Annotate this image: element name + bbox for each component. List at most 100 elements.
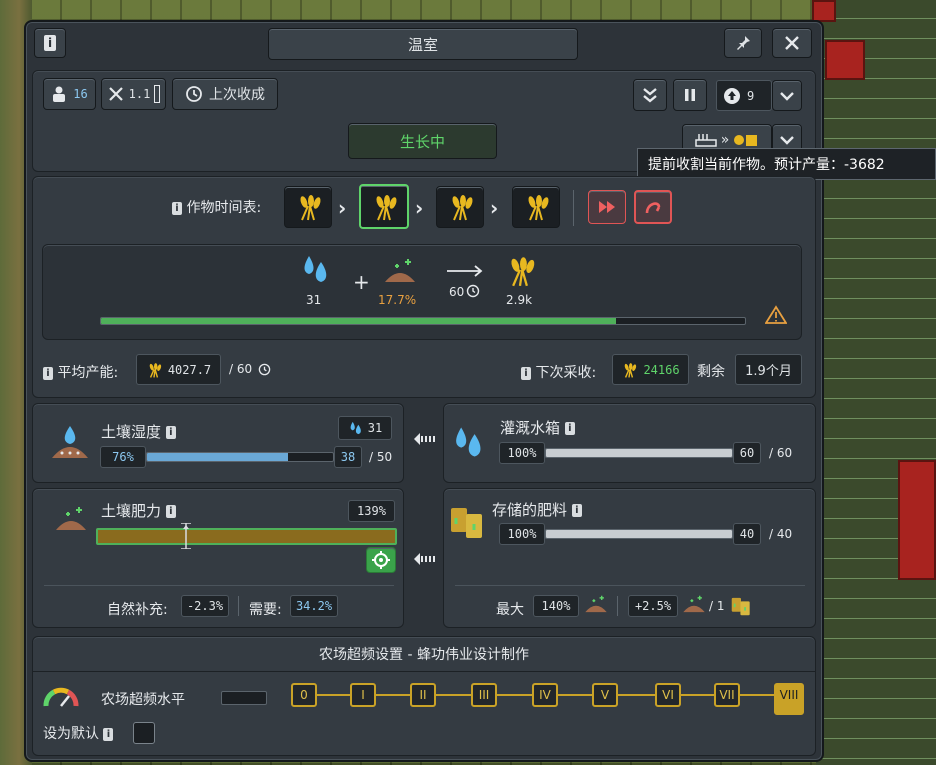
- growth-progress-fill: [101, 318, 617, 324]
- info-icon: i: [571, 504, 582, 517]
- moisture-percent: 76%: [100, 446, 146, 468]
- set-default-label-row: 设为默认 i: [43, 723, 114, 743]
- schedule-slot-4[interactable]: [512, 186, 560, 228]
- irrigation-max: / 60: [769, 446, 793, 460]
- pause-icon: [685, 89, 695, 101]
- fertility-bar-fill: [98, 530, 395, 543]
- remaining-label: 剩余: [697, 364, 725, 380]
- status-badge: 生长中: [348, 123, 497, 159]
- chevron-right-icon: ›: [415, 196, 424, 220]
- last-harvest-button[interactable]: 上次收成: [172, 78, 278, 110]
- info-button[interactable]: i: [34, 28, 66, 58]
- pin-icon: [737, 36, 750, 50]
- schedule-slot-1[interactable]: [284, 186, 332, 228]
- fertility-icon: [56, 507, 86, 530]
- fertility-bar: [96, 528, 397, 545]
- close-button[interactable]: [772, 28, 812, 58]
- barn-building: [812, 0, 836, 22]
- recipe-box: [42, 244, 802, 340]
- overclock-indicator: [221, 691, 267, 705]
- storage-percent: 100%: [499, 523, 545, 545]
- irrigation-bar: [545, 448, 733, 458]
- chevron-right-icon: ›: [490, 196, 499, 220]
- wheat-icon: [528, 195, 549, 221]
- remaining-value-box: 1.9个月: [735, 354, 802, 385]
- next-harvest-label-row: i 下次采收:: [521, 362, 596, 382]
- window-title: 温室: [268, 28, 578, 60]
- priority-dropdown-button[interactable]: [772, 80, 802, 111]
- workers-button[interactable]: 16: [43, 78, 96, 110]
- storage-rate-per: / 1: [709, 599, 725, 613]
- chevron-down-icon: [780, 136, 794, 145]
- avg-output-value-box: 4027.7: [136, 354, 221, 385]
- skip-crop-button[interactable]: [588, 190, 626, 224]
- info-icon: i: [172, 201, 182, 215]
- divider: [455, 585, 805, 586]
- plus-icon: +: [353, 270, 370, 294]
- warning-icon: [765, 305, 787, 324]
- fertility-icon: [585, 595, 607, 613]
- harvest-now-button[interactable]: [634, 190, 672, 224]
- overclock-title-bar: 农场超频设置 - 蜂功伟业设计制作: [32, 636, 816, 672]
- clock-icon: [466, 284, 480, 298]
- tools-button[interactable]: 1.1: [101, 78, 166, 110]
- irrigation-value: 60: [733, 442, 761, 464]
- tools-icon: [108, 87, 123, 101]
- fertility-icon: [683, 595, 705, 613]
- tier-7[interactable]: VII: [714, 683, 740, 707]
- barn-building: [898, 460, 936, 580]
- set-default-checkbox[interactable]: [133, 722, 155, 744]
- schedule-slot-3[interactable]: [436, 186, 484, 228]
- avg-output-per: / 60: [229, 362, 253, 376]
- pause-button[interactable]: [673, 79, 707, 111]
- info-icon: i: [103, 727, 114, 741]
- gauge-icon: [43, 687, 79, 707]
- recipe-duration: 60: [449, 285, 465, 299]
- chevron-down-icon: [780, 91, 794, 101]
- fertilizer-bags-icon: [451, 508, 482, 538]
- irrigation-percent: 100%: [499, 442, 545, 464]
- wheat-icon: [376, 194, 397, 220]
- close-icon: [785, 36, 799, 50]
- fertility-need-label: 需要:: [249, 602, 282, 618]
- irrigation-bar-fill: [546, 449, 732, 457]
- moisture-title-row: 土壤湿度 i: [101, 421, 176, 442]
- storage-max-label: 最大: [496, 602, 524, 618]
- growth-progress-bar: [100, 317, 746, 325]
- storage-max-value: 140%: [533, 595, 579, 617]
- schedule-slot-2-active[interactable]: [359, 184, 409, 229]
- tier-3[interactable]: III: [471, 683, 497, 707]
- schedule-label-row: i 作物时间表:: [172, 197, 261, 217]
- tools-meter: [154, 85, 161, 103]
- tier-5[interactable]: V: [592, 683, 618, 707]
- wheat-icon: [300, 195, 321, 221]
- target-fertility-button[interactable]: [366, 547, 396, 573]
- priority-selector[interactable]: 9: [716, 80, 772, 111]
- fast-forward-icon: [599, 201, 615, 213]
- soil-moisture-icon: [52, 426, 88, 458]
- tier-8-selected[interactable]: VIII: [774, 683, 804, 715]
- pin-button[interactable]: [724, 28, 762, 58]
- tier-6[interactable]: VI: [655, 683, 681, 707]
- storage-bar: [545, 529, 733, 539]
- wheat-icon: [452, 195, 473, 221]
- collapse-button[interactable]: [633, 79, 667, 111]
- tier-0[interactable]: 0: [291, 683, 317, 707]
- storage-max: / 40: [769, 527, 793, 541]
- fertility-target-marker[interactable]: [181, 523, 191, 549]
- tier-4[interactable]: IV: [532, 683, 558, 707]
- barn-building: [825, 40, 865, 80]
- overclock-level-label: 农场超频水平: [101, 692, 185, 708]
- sickle-icon: [645, 202, 661, 214]
- moisture-bar: [146, 452, 334, 462]
- game-world-right: [816, 0, 936, 765]
- info-icon: i: [165, 505, 176, 518]
- wheat-icon: [149, 362, 161, 378]
- moisture-consumption-badge: 31: [338, 416, 392, 440]
- history-clock-icon: [186, 86, 202, 102]
- tier-1[interactable]: I: [350, 683, 376, 707]
- storage-rate-value: +2.5%: [628, 595, 678, 617]
- tier-2[interactable]: II: [410, 683, 436, 707]
- double-chevron-down-icon: [643, 88, 657, 103]
- avg-output-label-row: i 平均产能:: [43, 362, 118, 382]
